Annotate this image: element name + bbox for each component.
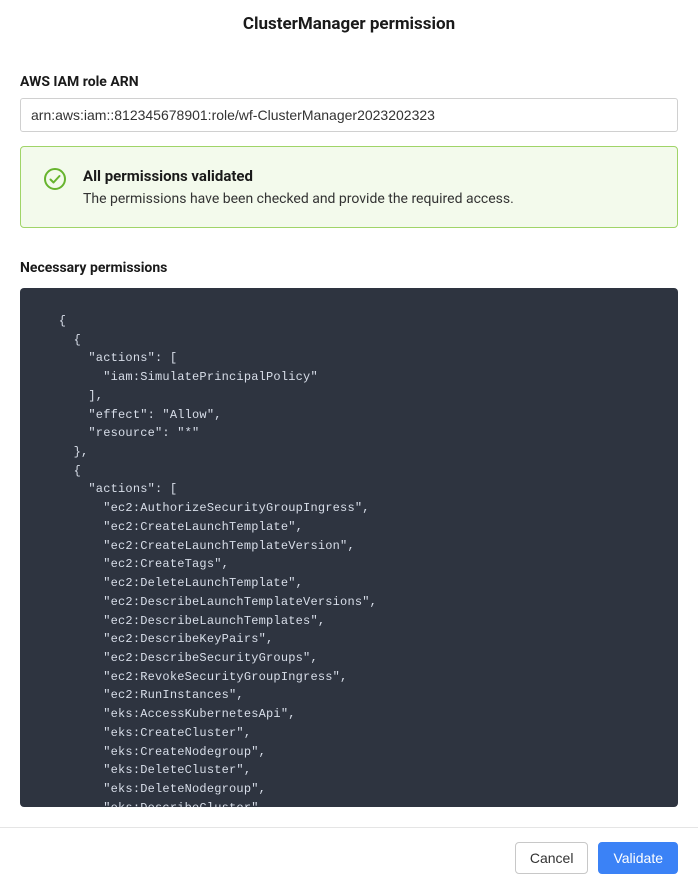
permissions-code: { { "actions": [ "iam:SimulatePrincipalP… (44, 312, 654, 807)
validate-button[interactable]: Validate (598, 842, 678, 874)
modal-header: ClusterManager permission (0, 0, 698, 48)
alert-description: The permissions have been checked and pr… (83, 191, 657, 207)
validation-alert: All permissions validated The permission… (20, 146, 678, 228)
alert-content: All permissions validated The permission… (83, 167, 657, 207)
check-circle-icon (43, 167, 67, 195)
permissions-code-block: { { "actions": [ "iam:SimulatePrincipalP… (20, 288, 678, 807)
modal-footer: Cancel Validate (0, 827, 698, 888)
arn-label: AWS IAM role ARN (20, 74, 678, 90)
arn-input[interactable] (20, 98, 678, 132)
permissions-label: Necessary permissions (20, 260, 678, 276)
alert-title: All permissions validated (83, 167, 657, 185)
cancel-button[interactable]: Cancel (515, 842, 589, 874)
modal-body: AWS IAM role ARN All permissions validat… (0, 48, 698, 827)
modal-title: ClusterManager permission (20, 14, 678, 34)
